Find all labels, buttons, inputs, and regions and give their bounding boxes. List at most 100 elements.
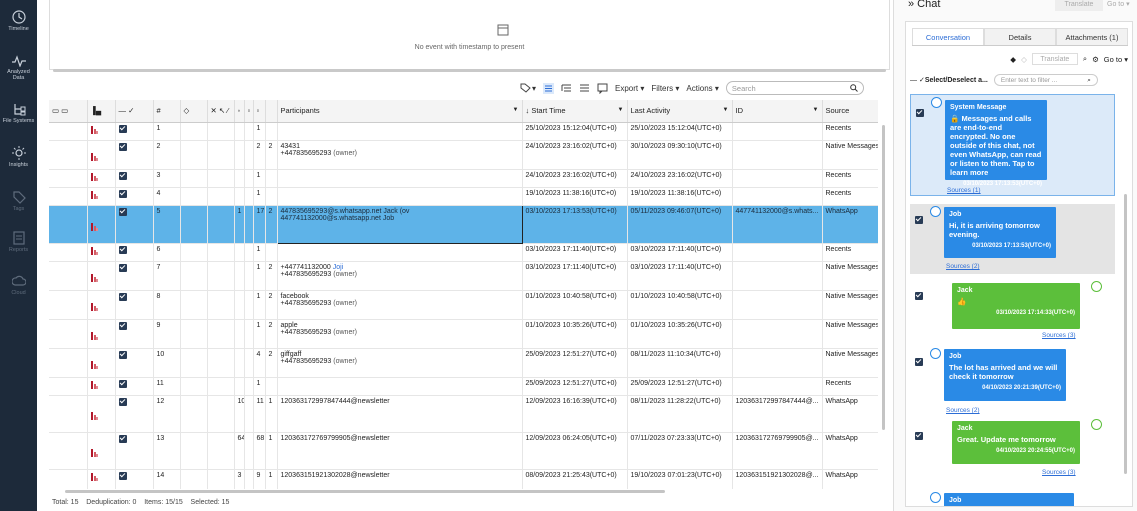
row-checkbox[interactable] <box>118 263 127 272</box>
check-col-header[interactable]: — ✓ <box>115 100 154 123</box>
nav-reports[interactable]: Reports <box>0 231 37 253</box>
table-row[interactable]: 8 1 2 facebook +447835695293 (owner) 01/10/2… <box>49 290 878 320</box>
source-text-col-header[interactable]: Source <box>822 100 878 123</box>
loc-col-header[interactable]: ◦ <box>234 100 245 123</box>
row-checkbox[interactable] <box>118 245 127 254</box>
table-row[interactable]: 6 1 03/10/2023 17:11:40(UTC+0) 03/10/2023 … <box>49 243 878 262</box>
row-checkbox[interactable] <box>118 397 127 406</box>
grid-vertical-scrollbar[interactable] <box>879 125 887 485</box>
message-item[interactable]: Job <box>910 490 1115 506</box>
check-cell[interactable] <box>115 140 154 170</box>
table-row[interactable]: 5 1 17 2 447835695293@s.whatsapp.net Jack (o… <box>49 204 878 244</box>
sources-link[interactable]: Sources (3) <box>1042 332 1076 339</box>
settings-icon[interactable]: ⚙ <box>1092 55 1099 64</box>
row-checkbox[interactable] <box>118 434 127 443</box>
tag-col-header[interactable]: ◇ <box>180 100 208 123</box>
search-input[interactable]: Search <box>725 81 864 95</box>
actions-menu[interactable]: Actions ▾ <box>686 84 718 93</box>
chat-title[interactable]: » Chat <box>908 0 940 10</box>
nav-analyzed-data[interactable]: Analyzed Data <box>0 55 37 81</box>
row-checkbox[interactable] <box>118 142 127 151</box>
check-cell[interactable] <box>115 122 154 141</box>
sources-link[interactable]: Sources (2) <box>946 263 980 270</box>
check-cell[interactable] <box>115 290 154 320</box>
check-cell[interactable] <box>115 205 154 244</box>
chat-filter-input[interactable]: Enter text to filter ... ⌕ <box>993 74 1098 86</box>
message-item[interactable]: Jack 👍 03/10/2023 17:14:33(UTC+0) Source… <box>910 280 1115 350</box>
tag-icon[interactable]: ◆ <box>1010 55 1016 64</box>
table-row[interactable]: 13 64681120363172769799905@newsletter 12/… <box>49 432 878 470</box>
row-checkbox[interactable] <box>118 207 127 216</box>
row-checkbox[interactable] <box>118 471 127 480</box>
table-row[interactable]: 3 1 24/10/2023 23:16:02(UTC+0) 24/10/2023 … <box>49 169 878 188</box>
check-cell[interactable] <box>115 377 154 396</box>
search-chat-icon[interactable]: ⌕ <box>1083 54 1087 64</box>
goto-button[interactable]: Go to ▾ <box>1104 55 1128 64</box>
start-time-col-header[interactable]: ↓ Start Time ▼ <box>522 100 628 123</box>
row-checkbox[interactable] <box>118 350 127 359</box>
check-cell[interactable] <box>115 432 154 470</box>
export-menu[interactable]: Export ▾ <box>615 84 644 93</box>
sources-link[interactable]: Sources (3) <box>1042 469 1076 476</box>
check-cell[interactable] <box>115 395 154 433</box>
sources-link[interactable]: Sources (2) <box>946 407 980 414</box>
row-checkbox[interactable] <box>118 379 127 388</box>
table-row[interactable]: 2 2 2 43431 +447835695293 (owner) 24/10/2023… <box>49 140 878 170</box>
row-checkbox[interactable] <box>118 171 127 180</box>
last-activity-col-header[interactable]: Last Activity ▼ <box>627 100 733 123</box>
message-checkbox[interactable] <box>915 216 923 224</box>
message-checkbox[interactable] <box>915 432 923 440</box>
translate-button[interactable]: Translate <box>1031 53 1078 65</box>
delete-col-header[interactable]: ✕ ↖ ⁄ <box>207 100 235 123</box>
message-item[interactable]: Jack Great. Update me tomorrow 04/10/202… <box>910 418 1115 490</box>
folder-col-header[interactable]: ▭ ▭ <box>49 100 88 123</box>
table-row[interactable]: 11 1 25/09/2023 12:51:27(UTC+0) 25/09/2023… <box>49 377 878 396</box>
view-outline-button[interactable] <box>579 83 590 94</box>
id-col-header[interactable]: ID ▼ <box>732 100 823 123</box>
nav-insights[interactable]: Insights <box>0 146 37 168</box>
people-col-header[interactable]: ▫ <box>253 100 266 123</box>
source-col-header[interactable]: ▐▄ <box>87 100 116 123</box>
sources-link[interactable]: Sources (1) <box>947 187 981 194</box>
table-row[interactable]: 9 1 2 apple +447835695293 (owner) 01/10/2023… <box>49 319 878 349</box>
check-cell[interactable] <box>115 319 154 349</box>
table-row[interactable]: 4 1 19/10/2023 11:38:16(UTC+0) 19/10/2023 … <box>49 187 878 206</box>
check-cell[interactable] <box>115 169 154 188</box>
tab-attachments[interactable]: Attachments (1) <box>1056 28 1128 45</box>
tab-details[interactable]: Details <box>984 28 1056 45</box>
message-item[interactable]: Job The lot has arrived and we will chec… <box>910 346 1115 418</box>
table-row[interactable]: 14 3 9 1 120363151921302028@newsletter 08/09… <box>49 469 878 489</box>
chat-scrollbar[interactable] <box>1123 94 1128 494</box>
nav-tags[interactable]: Tags <box>0 190 37 212</box>
goto-top-button[interactable]: Go to ▾ <box>1107 0 1130 8</box>
check-cell[interactable] <box>115 469 154 489</box>
nav-timeline[interactable]: Timeline <box>0 10 37 32</box>
num-col-header[interactable]: # <box>153 100 181 123</box>
row-checkbox[interactable] <box>118 124 127 133</box>
chat-view-button[interactable] <box>597 83 608 94</box>
message-checkbox[interactable] <box>915 292 923 300</box>
tag-filter-button[interactable]: ▾ <box>520 83 536 93</box>
message-checkbox[interactable] <box>916 109 924 117</box>
message-item[interactable]: System Message 🔒 Messages and calls are … <box>910 94 1115 196</box>
select-deselect-label[interactable]: Select/Deselect a... <box>925 77 988 84</box>
message-item[interactable]: Job Hi, it is arriving tomorrow evening.… <box>910 204 1115 274</box>
message-checkbox[interactable] <box>915 358 923 366</box>
table-row[interactable]: 1 1 25/10/2023 15:12:04(UTC+0) 25/10/2023 … <box>49 122 878 141</box>
table-row[interactable]: 1210111120363172997847444@newsletter 12/… <box>49 395 878 433</box>
translate-top-button[interactable]: Translate <box>1055 0 1103 11</box>
filters-menu[interactable]: Filters ▾ <box>651 84 679 93</box>
check-cell[interactable] <box>115 187 154 206</box>
check-cell[interactable] <box>115 348 154 378</box>
table-row[interactable]: 7 1 2 +447741132000 Joji +447835695293 (owne… <box>49 261 878 291</box>
nav-cloud[interactable]: Cloud <box>0 274 37 296</box>
table-row[interactable]: 10 4 2 giffgaff +447835695293 (owner) 25/09/… <box>49 348 878 378</box>
row-checkbox[interactable] <box>118 189 127 198</box>
timeline-scrollbar[interactable] <box>53 69 886 72</box>
grid-horizontal-scrollbar[interactable] <box>55 489 877 494</box>
tab-conversation[interactable]: Conversation <box>912 28 984 45</box>
participants-col-header[interactable]: Participants ▼ <box>277 100 523 123</box>
row-checkbox[interactable] <box>118 292 127 301</box>
view-tree-button[interactable] <box>561 83 572 94</box>
view-list-button[interactable] <box>543 82 555 94</box>
